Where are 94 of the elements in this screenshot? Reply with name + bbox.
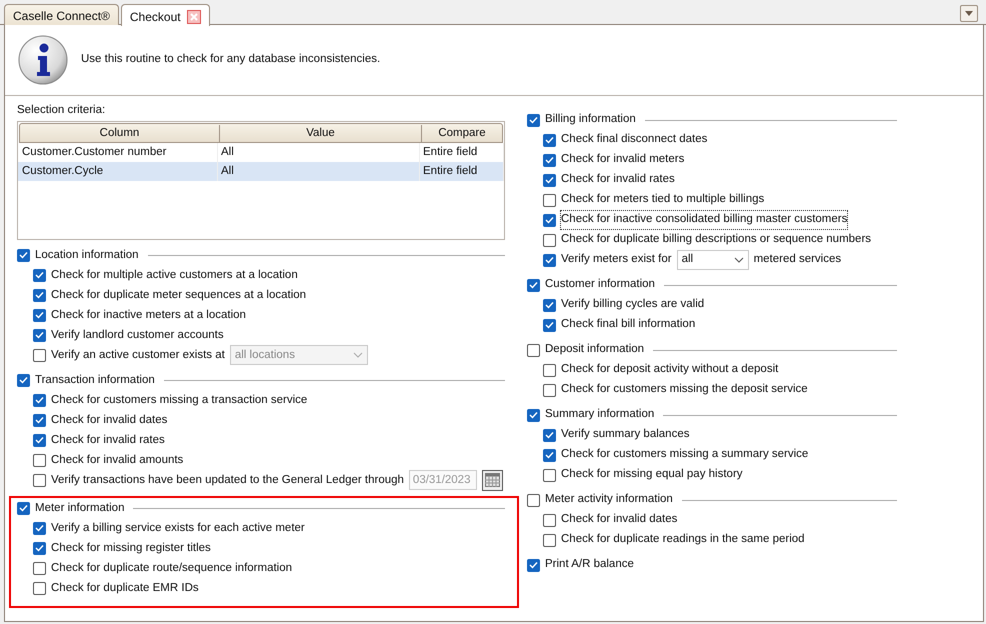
checkbox[interactable] bbox=[33, 562, 46, 575]
checkbox[interactable] bbox=[543, 234, 556, 246]
option-label: Check for invalid rates bbox=[51, 432, 165, 448]
checkbox[interactable] bbox=[543, 254, 556, 266]
option-label: Check for duplicate billing descriptions or sequence numbers bbox=[561, 232, 872, 248]
intro-text: Use this routine to check for any database inconsistencies. bbox=[81, 52, 380, 68]
checkbox[interactable] bbox=[543, 428, 556, 442]
option-label: Check for customers missing a transaction service bbox=[51, 392, 308, 408]
option-label: Verify transactions have been updated to the General Ledger through bbox=[51, 472, 404, 488]
checkbox[interactable] bbox=[33, 268, 46, 282]
checkbox[interactable] bbox=[543, 534, 556, 546]
checkbox[interactable] bbox=[33, 542, 46, 555]
dropdown[interactable]: all bbox=[676, 250, 749, 270]
checkbox[interactable] bbox=[527, 278, 540, 292]
option-label: Check for inactive consolidated billing master customers bbox=[561, 211, 848, 229]
checkbox[interactable] bbox=[543, 134, 556, 146]
option-label: Verify billing cycles are valid bbox=[561, 297, 704, 312]
option-label: Verify landlord customer accounts bbox=[51, 328, 224, 343]
checkbox[interactable] bbox=[527, 344, 540, 356]
section-label: Location information bbox=[35, 248, 139, 263]
section-label: Meter activity information bbox=[545, 492, 673, 508]
checkbox[interactable] bbox=[33, 288, 46, 302]
section-label: Deposit information bbox=[545, 342, 644, 358]
option-label: Verify a billing service exists for each active meter bbox=[51, 520, 305, 536]
tab[interactable]: Caselle Connect® bbox=[4, 4, 119, 25]
tab[interactable]: Checkout bbox=[120, 4, 210, 26]
option-label: Check for missing register titles bbox=[51, 540, 211, 556]
checkbox[interactable] bbox=[543, 514, 556, 526]
checkbox[interactable] bbox=[543, 154, 556, 166]
option-label: Check for invalid dates bbox=[561, 512, 678, 528]
option-label: Check for duplicate readings in the same period bbox=[561, 532, 805, 548]
checkbox[interactable] bbox=[543, 468, 556, 482]
table-row[interactable]: Customer.Cycle All Entire field bbox=[18, 162, 504, 182]
checkbox[interactable] bbox=[33, 414, 46, 427]
checkbox[interactable] bbox=[33, 434, 46, 447]
option-label: Check for missing equal pay history bbox=[561, 467, 743, 482]
option-label: Check for duplicate route/sequence information bbox=[51, 560, 292, 576]
option-label: Check for deposit activity without a deposit bbox=[561, 362, 778, 378]
section-label: Customer information bbox=[545, 277, 655, 292]
column-header[interactable]: Compare bbox=[422, 124, 502, 142]
checkbox[interactable] bbox=[33, 394, 46, 407]
checkbox[interactable] bbox=[527, 114, 540, 126]
option-label: Check for customers missing the deposit service bbox=[561, 382, 808, 398]
option-label: Check final bill information bbox=[561, 317, 696, 332]
section-label: Selection criteria: bbox=[17, 103, 106, 118]
caret-icon bbox=[965, 11, 973, 16]
checkbox[interactable] bbox=[543, 364, 556, 376]
option-label: Check for inactive meters at a location bbox=[51, 308, 246, 323]
checkbox[interactable] bbox=[527, 408, 540, 422]
section-label: Meter information bbox=[35, 500, 124, 516]
dropdown-button[interactable] bbox=[960, 5, 978, 22]
calendar-button[interactable] bbox=[482, 470, 503, 491]
section-label: Transaction information bbox=[35, 372, 155, 388]
option-label: Check for invalid rates bbox=[561, 172, 675, 188]
checkbox[interactable] bbox=[17, 502, 30, 515]
checkbox[interactable] bbox=[543, 174, 556, 186]
option-label: Check for multiple active customers at a location bbox=[51, 268, 298, 283]
column-header[interactable]: Column bbox=[20, 124, 220, 142]
option-label: metered services bbox=[754, 252, 842, 268]
section-label: Summary information bbox=[545, 407, 654, 422]
chevron-icon bbox=[734, 257, 744, 263]
calendar-icon bbox=[484, 473, 500, 488]
option-label: Check for duplicate EMR IDs bbox=[51, 580, 199, 596]
option-label: Check for customers missing a summary service bbox=[561, 447, 808, 462]
checkbox[interactable] bbox=[33, 328, 46, 342]
column-header[interactable]: Value bbox=[220, 124, 422, 142]
checkbox[interactable] bbox=[543, 318, 556, 332]
checkbox[interactable] bbox=[33, 522, 46, 535]
checkbox[interactable] bbox=[543, 448, 556, 462]
section-label: Billing information bbox=[545, 112, 636, 128]
option-label: Check for meters tied to multiple billings bbox=[561, 192, 764, 208]
chevron-icon bbox=[352, 352, 363, 358]
close-icon[interactable] bbox=[186, 10, 201, 24]
checkbox[interactable] bbox=[33, 582, 46, 595]
checkbox[interactable] bbox=[543, 384, 556, 396]
option-label: Check for invalid amounts bbox=[51, 452, 184, 468]
info-icon bbox=[17, 34, 69, 86]
checkbox[interactable] bbox=[543, 298, 556, 312]
option-label: Check for invalid dates bbox=[51, 412, 168, 428]
checkbox[interactable] bbox=[33, 454, 46, 467]
section-label: Print A/R balance bbox=[545, 557, 634, 572]
option-label: Verify summary balances bbox=[561, 427, 690, 442]
checkbox[interactable] bbox=[543, 194, 556, 206]
checkbox[interactable] bbox=[543, 214, 556, 226]
option-label: Check final disconnect dates bbox=[561, 132, 708, 148]
option-label: Verify meters exist for bbox=[561, 252, 672, 268]
checkbox[interactable] bbox=[17, 248, 30, 262]
option-label: Verify an active customer exists at bbox=[51, 348, 225, 363]
checkbox[interactable] bbox=[33, 308, 46, 322]
checkbox[interactable] bbox=[17, 374, 30, 387]
checkbox[interactable] bbox=[527, 558, 540, 572]
option-label: Check for invalid meters bbox=[561, 152, 684, 168]
option-label: Check for duplicate meter sequences at a location bbox=[51, 288, 306, 303]
checkbox[interactable] bbox=[527, 494, 540, 506]
